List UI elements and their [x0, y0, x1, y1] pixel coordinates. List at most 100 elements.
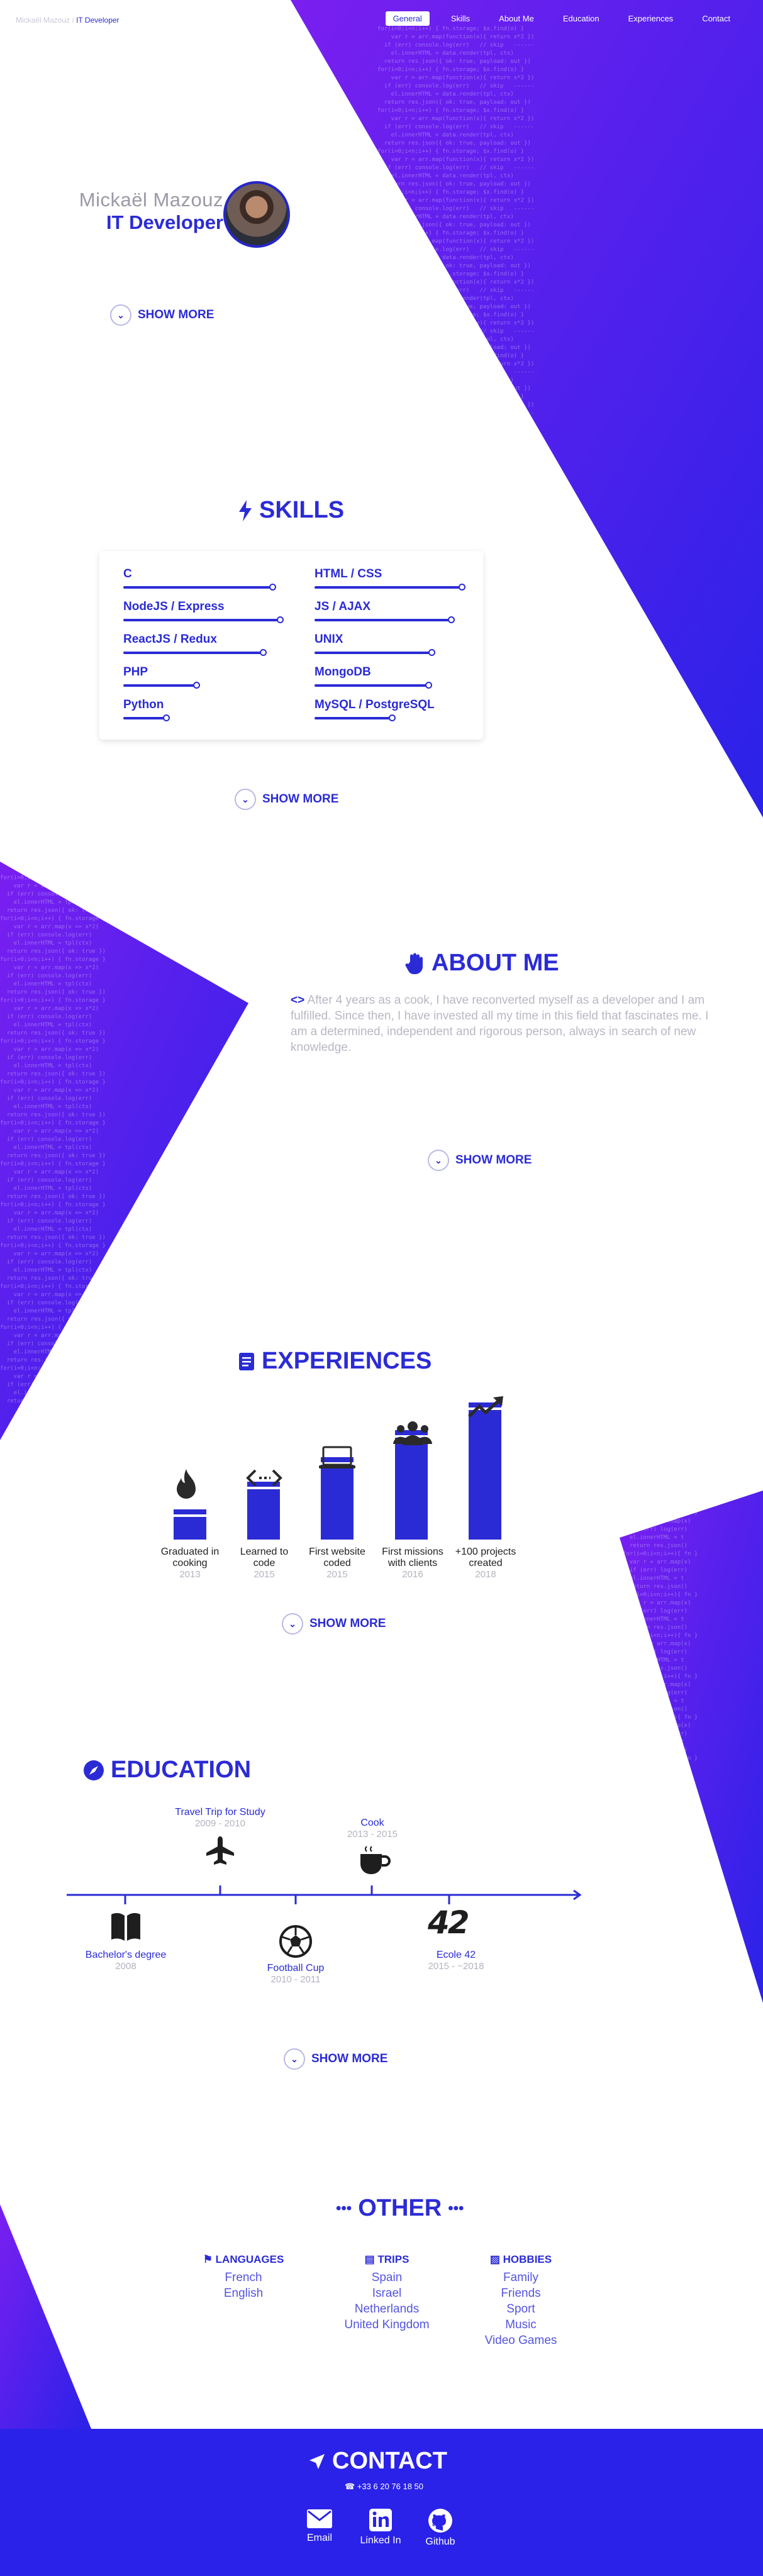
skill-level-knob	[425, 682, 432, 689]
list-item: English	[223, 2287, 264, 2300]
list-item: Spain	[371, 2271, 403, 2284]
skill-level-knob	[163, 714, 170, 721]
other-trips: ▤ TRIPS Spain Israel Netherlands United …	[324, 2251, 450, 2333]
contact-link-github[interactable]: Github	[412, 2508, 469, 2548]
education-title: EDUCATION	[83, 1757, 251, 1784]
document-icon	[239, 1352, 254, 1370]
experience-label-line: with clients	[387, 1558, 438, 1568]
show-more-label: SHOW MORE	[138, 308, 214, 321]
skill-level-bar	[315, 652, 432, 654]
education-item-below: Bachelor's degree 2008	[66, 1950, 186, 1972]
hand-icon	[405, 953, 423, 974]
list-item: Sport	[506, 2302, 535, 2316]
education-item-label: Ecole 42	[436, 1950, 476, 1960]
contact-link-label: Linked In	[360, 2535, 401, 2546]
flag-icon: ⚑	[203, 2253, 213, 2265]
contact-link-email[interactable]: Email	[291, 2508, 348, 2544]
email-icon	[307, 2509, 332, 2528]
skill-label: NodeJS / Express	[123, 600, 225, 613]
experience-label-line: code	[253, 1558, 276, 1568]
experience-bar	[174, 1509, 206, 1540]
skill-label: UNIX	[315, 633, 343, 646]
contact-footer: CONTACT ☎ +33 6 20 76 18 50 Email Linked…	[0, 2429, 763, 2576]
contact-link-linkedin[interactable]: Linked In	[352, 2508, 409, 2546]
education-item-below: Ecole 42 2015 - ~2018	[396, 1950, 516, 1972]
contact-link-label: Github	[425, 2536, 455, 2547]
skill-level-bar	[123, 619, 280, 621]
skills-card: C NodeJS / Express ReactJS / Redux PHP P…	[99, 551, 483, 740]
skill-level-bar	[315, 717, 392, 719]
skill-level-knob	[277, 616, 284, 623]
hero-second-line: IT Developer	[106, 211, 223, 233]
education-item-label: Bachelor's degree	[85, 1950, 167, 1960]
education-item-below: Football Cup 2010 - 2011	[236, 1963, 355, 1985]
list-item: United Kingdom	[344, 2318, 430, 2331]
other-languages-title: LANGUAGES	[215, 2253, 284, 2265]
send-icon	[309, 2453, 325, 2469]
breadcrumb-name[interactable]: Mickaël Mazouz	[16, 16, 70, 25]
nav-education[interactable]: Education	[555, 11, 607, 26]
skill-label: MongoDB	[315, 665, 371, 679]
contact-phone[interactable]: ☎ +33 6 20 76 18 50	[345, 2482, 423, 2492]
suitcase-icon: ▤	[364, 2253, 375, 2265]
education-item-years: 2010 - 2011	[270, 1974, 321, 1985]
experience-label-line: First missions	[382, 1546, 443, 1557]
skill-label: HTML / CSS	[315, 567, 382, 580]
ecole-42-logo: 42	[428, 1904, 470, 1941]
about-title: ABOUT ME	[405, 950, 559, 977]
experiences-title-text: EXPERIENCES	[262, 1348, 432, 1374]
breadcrumb-role[interactable]: IT Developer	[76, 16, 119, 25]
nav-experiences[interactable]: Experiences	[621, 11, 681, 26]
experience-label-line: coded	[323, 1558, 351, 1568]
education-item-above: Cook 2013 - 2015	[313, 1818, 432, 1840]
experience-label-line: created	[469, 1558, 503, 1568]
breadcrumb: Mickaël Mazouz / IT Developer	[16, 16, 120, 25]
skill-label: MySQL / PostgreSQL	[315, 698, 435, 711]
dots-icon: •••	[448, 2199, 464, 2217]
linkedin-icon	[369, 2509, 392, 2531]
show-more-about[interactable]: ⌄ SHOW MORE	[428, 1150, 532, 1171]
contact-link-label: Email	[306, 2533, 332, 2543]
skill-label: ReactJS / Redux	[123, 633, 217, 646]
skill-level-knob	[459, 584, 465, 591]
list-item: Israel	[372, 2287, 402, 2300]
experience-label: First website coded 2015	[303, 1546, 372, 1580]
experience-label: Graduated in cooking 2013	[155, 1546, 225, 1580]
skill-level-knob	[448, 616, 455, 623]
skills-title: SKILLS	[238, 497, 344, 524]
nav-contact[interactable]: Contact	[694, 11, 738, 26]
chevron-down-icon: ⌄	[282, 1613, 303, 1635]
experience-year: 2016	[402, 1569, 423, 1580]
education-item-years: 2009 - 2010	[194, 1818, 246, 1829]
trending-up-icon	[468, 1396, 503, 1418]
code-texture-left: for(i=0;i<n;i++) { fn.storage } var r = …	[0, 875, 106, 1404]
phone-icon: ☎	[345, 2482, 355, 2491]
list-item: Music	[505, 2318, 537, 2331]
book-icon	[111, 1913, 140, 1941]
show-more-skills[interactable]: ⌄ SHOW MORE	[235, 789, 338, 810]
dots-icon: •••	[336, 2199, 352, 2217]
show-more-hero[interactable]: ⌄ SHOW MORE	[110, 304, 214, 326]
skill-level-bar	[315, 619, 451, 621]
experience-label: +100 projects created 2018	[451, 1546, 520, 1580]
contact-title: CONTACT	[308, 2448, 447, 2475]
contact-title-text: CONTACT	[332, 2448, 447, 2474]
experience-label: First missions with clients 2016	[378, 1546, 447, 1580]
nav-general[interactable]: General	[385, 11, 430, 26]
other-hobbies: ▨ HOBBIES Family Friends Sport Music Vid…	[458, 2251, 584, 2348]
airplane-icon	[206, 1836, 234, 1865]
nav-skills[interactable]: Skills	[443, 11, 477, 26]
laptop-icon	[319, 1446, 355, 1468]
show-more-education[interactable]: ⌄ SHOW MORE	[284, 2048, 387, 2070]
about-title-text: ABOUT ME	[432, 950, 559, 976]
education-title-text: EDUCATION	[111, 1757, 252, 1783]
experience-label-line: First website	[309, 1546, 365, 1557]
education-item-label: Football Cup	[267, 1963, 325, 1974]
nav-about-me[interactable]: About Me	[491, 11, 542, 26]
other-gradient-shape	[0, 2204, 91, 2429]
experience-year: 2015	[253, 1569, 275, 1580]
show-more-experiences[interactable]: ⌄ SHOW MORE	[282, 1613, 386, 1635]
skill-level-bar	[315, 586, 462, 589]
other-hobbies-title: HOBBIES	[503, 2253, 552, 2265]
timeline-line	[67, 1885, 582, 1904]
